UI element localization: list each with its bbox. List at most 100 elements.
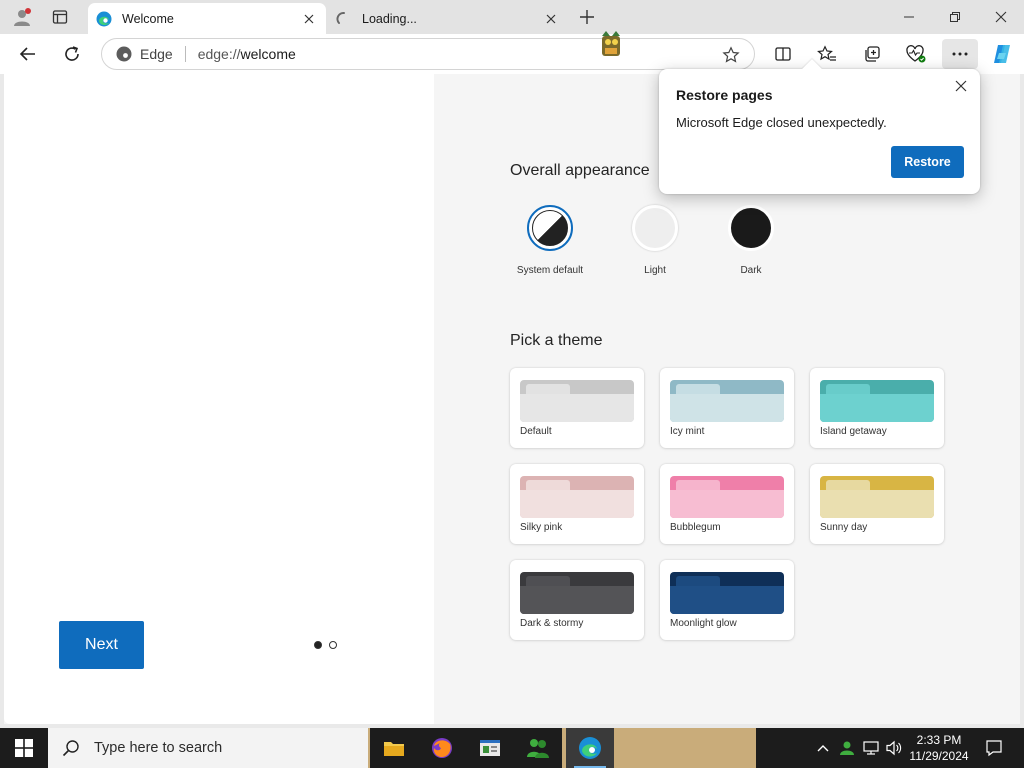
theme-label: Moonlight glow: [670, 618, 737, 629]
back-arrow-icon: [19, 47, 35, 61]
tray-people-icon-button[interactable]: [836, 728, 858, 768]
refresh-button[interactable]: [56, 39, 88, 69]
address-bar[interactable]: Edge edge://welcome: [101, 38, 755, 70]
tab-welcome[interactable]: Welcome: [88, 3, 326, 34]
taskbar-search[interactable]: Type here to search: [48, 728, 368, 768]
page-dot-1[interactable]: [314, 641, 322, 649]
folder-icon: [384, 742, 404, 756]
tab-actions-button[interactable]: [46, 5, 74, 29]
show-hidden-icons-button[interactable]: [812, 728, 834, 768]
back-button[interactable]: [12, 39, 44, 69]
theme-preview: [670, 572, 784, 614]
theme-preview: [820, 476, 934, 518]
tab-loading[interactable]: Loading...: [328, 3, 568, 34]
firefox-icon: [432, 738, 452, 758]
theme-title: Pick a theme: [510, 332, 603, 349]
close-icon: [955, 80, 967, 92]
browser-essentials-button[interactable]: [900, 39, 932, 69]
loading-spinner-icon: [336, 11, 345, 24]
appearance-dark[interactable]: Dark: [706, 205, 796, 276]
volume-icon: [886, 740, 902, 756]
dialog-title: Restore pages: [676, 87, 773, 103]
theme-card[interactable]: Icy mint: [660, 368, 794, 448]
star-icon: [722, 46, 740, 63]
welcome-left-panel: Next: [4, 74, 434, 724]
taskbar-apps-area: [368, 728, 756, 768]
dialog-close-button[interactable]: [950, 75, 972, 97]
theme-card[interactable]: Silky pink: [510, 464, 644, 544]
profile-icon: [14, 8, 31, 26]
taskbar-clock[interactable]: 2:33 PM 11/29/2024: [906, 732, 972, 764]
address-separator: [184, 46, 186, 62]
light-swatch: [632, 205, 678, 251]
more-dots-icon: [952, 52, 968, 56]
taskbar-edge[interactable]: [566, 728, 614, 768]
close-window-button[interactable]: [978, 0, 1024, 34]
clock-time: 2:33 PM: [916, 733, 962, 747]
appearance-system-default[interactable]: System default: [505, 205, 595, 276]
theme-card[interactable]: Bubblegum: [660, 464, 794, 544]
next-button[interactable]: Next: [59, 621, 144, 669]
appearance-label: System default: [516, 265, 584, 276]
theme-card[interactable]: Dark & stormy: [510, 560, 644, 640]
restore-window-button[interactable]: [932, 0, 978, 34]
split-screen-button[interactable]: [767, 39, 799, 69]
windows-logo-icon: [15, 739, 33, 757]
clock-date: 11/29/2024: [909, 749, 969, 763]
network-button[interactable]: [860, 728, 882, 768]
appearance-title: Overall appearance: [510, 162, 650, 179]
dark-swatch: [728, 205, 774, 251]
chevron-up-icon: [817, 745, 829, 752]
network-icon: [863, 741, 879, 755]
start-button[interactable]: [0, 728, 48, 768]
new-tab-button[interactable]: [574, 5, 600, 29]
copilot-icon: [994, 45, 1010, 63]
tab-title: Loading...: [362, 11, 417, 26]
page-dot-2[interactable]: [329, 641, 337, 649]
profile-button[interactable]: [8, 5, 36, 29]
system-default-swatch: [527, 205, 573, 251]
minimize-icon: [904, 16, 914, 18]
restore-pages-dialog: Restore pages Microsoft Edge closed unex…: [659, 59, 980, 194]
appearance-label: Light: [644, 265, 666, 276]
split-screen-icon: [775, 47, 791, 61]
theme-card[interactable]: Default: [510, 368, 644, 448]
copilot-button[interactable]: [986, 39, 1018, 69]
restore-button[interactable]: Restore: [891, 146, 964, 178]
site-label: Edge: [140, 46, 173, 62]
volume-button[interactable]: [883, 728, 905, 768]
tab-close-button[interactable]: [298, 8, 320, 30]
theme-label: Sunny day: [820, 522, 868, 533]
settings-more-button[interactable]: [942, 39, 978, 69]
theme-preview: [520, 476, 634, 518]
tab-close-button[interactable]: [540, 8, 562, 30]
theme-label: Silky pink: [520, 522, 563, 533]
tab-title: Welcome: [122, 11, 174, 26]
site-info[interactable]: Edge: [116, 46, 173, 62]
taskbar-firefox[interactable]: [418, 728, 466, 768]
collections-button[interactable]: [856, 39, 888, 69]
heart-pulse-icon: [906, 45, 926, 63]
theme-card[interactable]: Sunny day: [810, 464, 944, 544]
taskbar-file-explorer[interactable]: [370, 728, 418, 768]
theme-card[interactable]: Island getaway: [810, 368, 944, 448]
app-window-icon: [480, 740, 500, 756]
taskbar-app-window[interactable]: [466, 728, 514, 768]
theme-card[interactable]: Moonlight glow: [660, 560, 794, 640]
extension-mascot-icon[interactable]: [598, 30, 624, 60]
taskbar-people-app[interactable]: [514, 728, 562, 768]
appearance-light[interactable]: Light: [610, 205, 700, 276]
refresh-icon: [65, 46, 79, 61]
close-icon: [546, 14, 556, 23]
minimize-button[interactable]: [886, 0, 932, 34]
collections-icon: [865, 46, 880, 62]
theme-preview: [820, 380, 934, 422]
notification-center-button[interactable]: [976, 728, 1012, 768]
plus-icon: [580, 10, 594, 24]
theme-label: Island getaway: [820, 426, 887, 437]
tab-actions-icon: [52, 10, 68, 24]
restore-window-icon: [950, 12, 960, 22]
favorite-star-button[interactable]: [722, 46, 740, 69]
people-tray-icon: [840, 741, 854, 755]
favorites-icon: [817, 45, 836, 61]
